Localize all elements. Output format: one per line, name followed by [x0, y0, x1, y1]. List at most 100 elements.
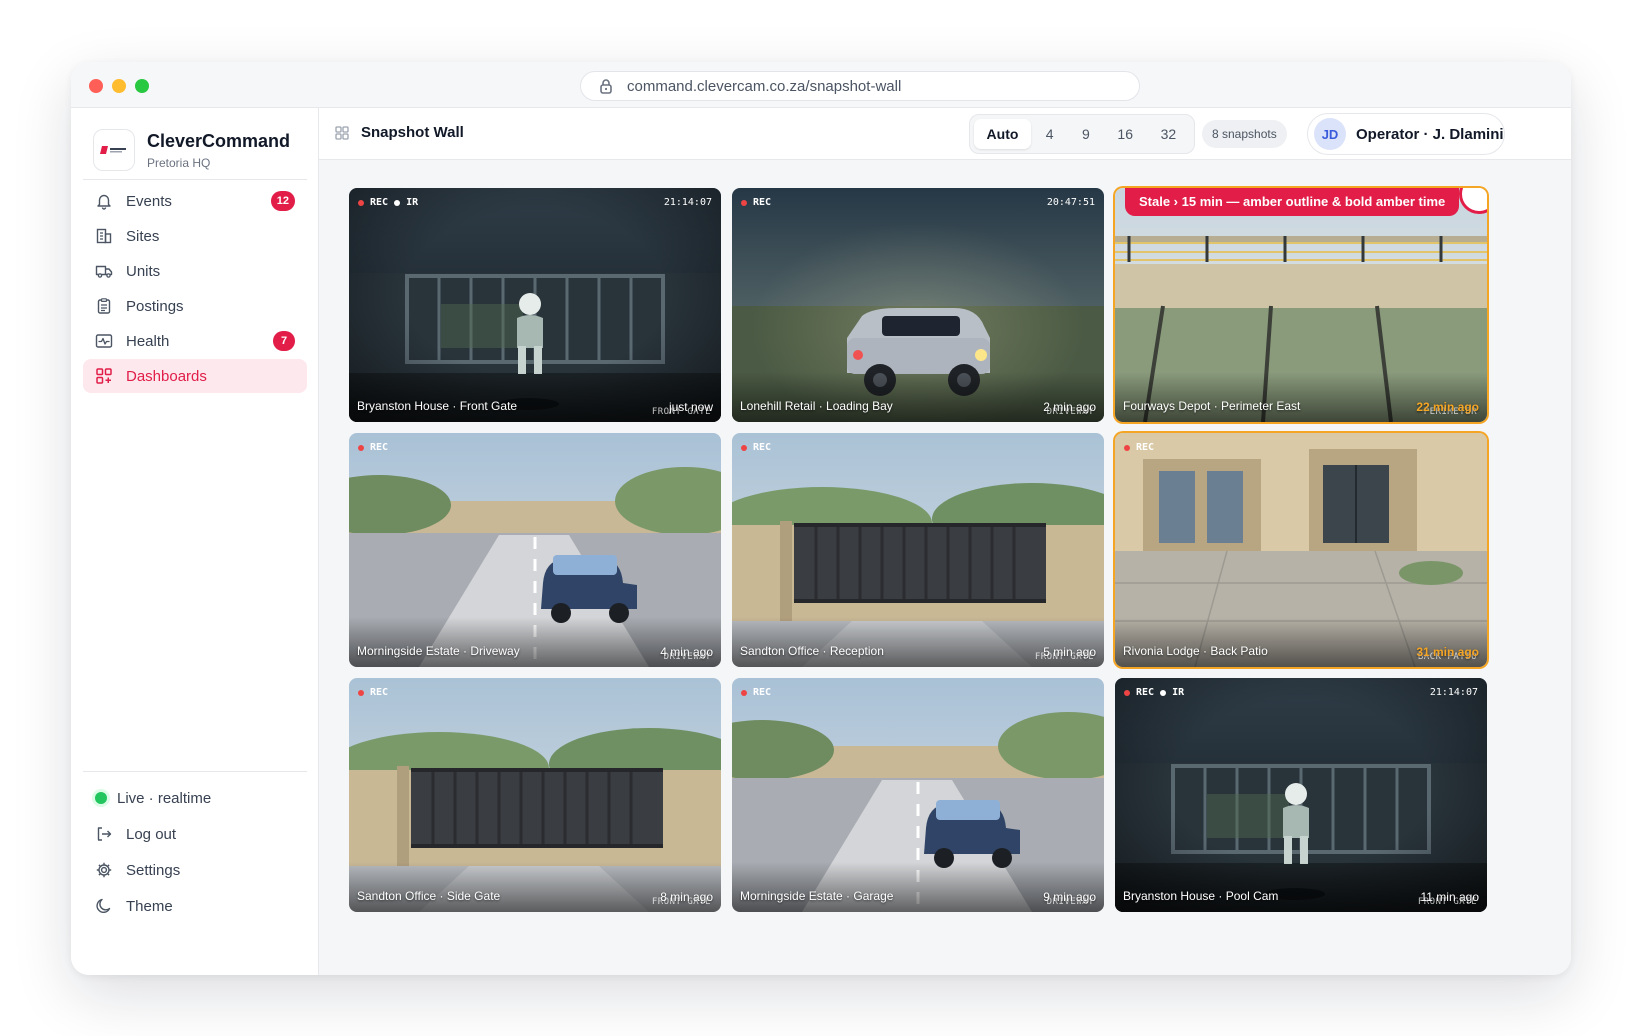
page-title: Snapshot Wall: [335, 124, 464, 141]
snapshot-tile[interactable]: REC BACK PATIO Rivonia Lodge · Back Pati…: [1115, 433, 1487, 667]
rec-label: REC: [370, 197, 389, 208]
rec-dot-icon: [358, 199, 364, 206]
theme-button[interactable]: Theme: [83, 889, 307, 923]
layout-selector: Auto 4 9 16 32: [969, 114, 1195, 154]
minimize-window-button[interactable]: [112, 79, 126, 93]
rec-label: REC: [370, 687, 389, 698]
live-status-label: Live · realtime: [117, 789, 212, 807]
rec-indicator: REC: [1124, 442, 1154, 453]
sidebar-item-health[interactable]: Health 7: [83, 324, 307, 358]
snapshot-age: 11 min ago: [1420, 890, 1479, 904]
rec-indicator: REC: [741, 197, 771, 208]
snapshot-caption: BACK PATIO Rivonia Lodge · Back Patio 31…: [1115, 617, 1487, 667]
brand[interactable]: CleverCommand Pretoria HQ: [93, 129, 290, 171]
snapshot-timestamp: 20:47:51: [1046, 197, 1095, 208]
sidebar-item-label: Units: [126, 262, 161, 280]
maximize-window-button[interactable]: [135, 79, 149, 93]
browser-window: command.clevercam.co.za/snapshot-wall Cl…: [71, 62, 1571, 975]
snapshot-age: 22 min ago: [1416, 400, 1479, 414]
ir-label: IR: [406, 197, 419, 208]
sidebar-divider: [83, 179, 307, 180]
layout-option-16[interactable]: 16: [1104, 119, 1147, 149]
moon-icon: [96, 898, 111, 913]
rec-label: REC: [753, 197, 772, 208]
sidebar-item-postings[interactable]: Postings: [83, 289, 307, 323]
snapshot-caption: DRIVEWAY Lonehill Retail · Loading Bay 2…: [732, 372, 1104, 422]
rec-indicator: REC IR: [1124, 687, 1184, 698]
snapshot-age: just now: [668, 400, 713, 414]
stale-legend-note: Stale › 15 min — amber outline & bold am…: [1125, 188, 1460, 216]
logout-label: Log out: [126, 825, 177, 843]
avatar: JD: [1314, 118, 1346, 150]
layout-option-32[interactable]: 32: [1147, 119, 1190, 149]
sidebar-item-label: Sites: [126, 227, 160, 245]
live-status: Live · realtime: [83, 781, 307, 815]
topbar: Snapshot Wall Auto 4 9 16 32 8 snapshots…: [319, 108, 1571, 160]
snapshot-caption: DRIVEWAY Morningside Estate · Driveway 4…: [349, 617, 721, 667]
building-icon: [96, 228, 112, 244]
rec-indicator: REC: [741, 687, 771, 698]
address-bar[interactable]: command.clevercam.co.za/snapshot-wall: [580, 71, 1140, 101]
snapshot-tile[interactable]: REC DRIVEWAY Morningside Estate · Drivew…: [349, 433, 721, 667]
camera-name: Morningside Estate · Garage: [740, 889, 894, 903]
gear-icon: [96, 862, 112, 878]
snapshot-tile[interactable]: REC IR 21:14:07 FRONT GATE Bryanston Hou…: [349, 188, 721, 422]
snapshot-tile[interactable]: REC DRIVEWAY Morningside Estate · Garage…: [732, 678, 1104, 912]
main-content: Snapshot Wall Auto 4 9 16 32 8 snapshots…: [319, 108, 1571, 975]
snapshot-caption: FRONT GATE Sandton Office · Reception 5 …: [732, 617, 1104, 667]
rec-label: REC: [1136, 687, 1155, 698]
settings-button[interactable]: Settings: [83, 853, 307, 887]
camera-name: Lonehill Retail · Loading Bay: [740, 399, 893, 413]
grid-icon: [335, 125, 349, 140]
ir-dot-icon: [394, 199, 401, 206]
brand-name: CleverCommand: [147, 130, 291, 151]
logout-button[interactable]: Log out: [83, 817, 307, 851]
rec-dot-icon: [1124, 444, 1130, 451]
snapshot-tile[interactable]: REC FRONT GATE Sandton Office · Receptio…: [732, 433, 1104, 667]
snapshot-tile[interactable]: REC 20:47:51 DRIVEWAY Lonehill Retail · …: [732, 188, 1104, 422]
sidebar-item-dashboards[interactable]: Dashboards: [83, 359, 307, 393]
sidebar-item-events[interactable]: Events 12: [83, 184, 307, 218]
clipboard-icon: [97, 298, 111, 314]
rec-label: REC: [370, 442, 389, 453]
rec-label: REC: [753, 442, 772, 453]
snapshot-caption: PERIMETER Fourways Depot · Perimeter Eas…: [1115, 372, 1487, 422]
browser-titlebar: command.clevercam.co.za/snapshot-wall: [71, 62, 1571, 108]
close-window-button[interactable]: [89, 79, 103, 93]
ir-dot-icon: [1160, 689, 1167, 696]
dashboard-grid-icon: [96, 368, 112, 384]
operator-menu[interactable]: JD Operator · J. Dlamini: [1307, 113, 1505, 155]
snapshot-tile[interactable]: REC FRONT GATE Sandton Office · Side Gat…: [349, 678, 721, 912]
truck-icon: [95, 265, 113, 278]
snapshot-age: 5 min ago: [1043, 645, 1096, 659]
brand-logo: [93, 129, 135, 171]
sidebar-divider: [83, 771, 307, 772]
snapshot-age: 8 min ago: [660, 890, 713, 904]
theme-label: Theme: [126, 897, 173, 915]
camera-name: Bryanston House · Pool Cam: [1123, 889, 1279, 903]
camera-name: Fourways Depot · Perimeter East: [1123, 399, 1301, 413]
camera-name: Rivonia Lodge · Back Patio: [1123, 644, 1268, 658]
logout-icon: [97, 827, 112, 841]
snapshot-age: 9 min ago: [1043, 890, 1096, 904]
brand-subtitle: Pretoria HQ: [147, 155, 211, 170]
sidebar: CleverCommand Pretoria HQ Events 12 Site…: [71, 108, 319, 975]
snapshot-tile[interactable]: PERIMETER Fourways Depot · Perimeter Eas…: [1115, 188, 1487, 422]
rec-indicator: REC: [358, 442, 388, 453]
health-count-badge: 7: [273, 331, 295, 351]
layout-option-9[interactable]: 9: [1068, 119, 1103, 149]
operator-name: Operator · J. Dlamini: [1356, 125, 1504, 143]
snapshot-caption: FRONT GATE Bryanston House · Pool Cam 11…: [1115, 862, 1487, 912]
snapshot-tile[interactable]: REC IR 21:14:07 FRONT GATE Bryanston Hou…: [1115, 678, 1487, 912]
layout-option-4[interactable]: 4: [1031, 119, 1068, 149]
page-title-text: Snapshot Wall: [361, 124, 464, 141]
layout-option-auto[interactable]: Auto: [974, 119, 1031, 149]
camera-name: Bryanston House · Front Gate: [357, 399, 518, 413]
settings-label: Settings: [126, 861, 181, 879]
bell-icon: [97, 194, 111, 210]
camera-name: Sandton Office · Reception: [740, 644, 884, 658]
sidebar-item-sites[interactable]: Sites: [83, 219, 307, 253]
sidebar-item-units[interactable]: Units: [83, 254, 307, 288]
snapshot-timestamp: 21:14:07: [663, 197, 712, 208]
rec-indicator: REC IR: [358, 197, 418, 208]
